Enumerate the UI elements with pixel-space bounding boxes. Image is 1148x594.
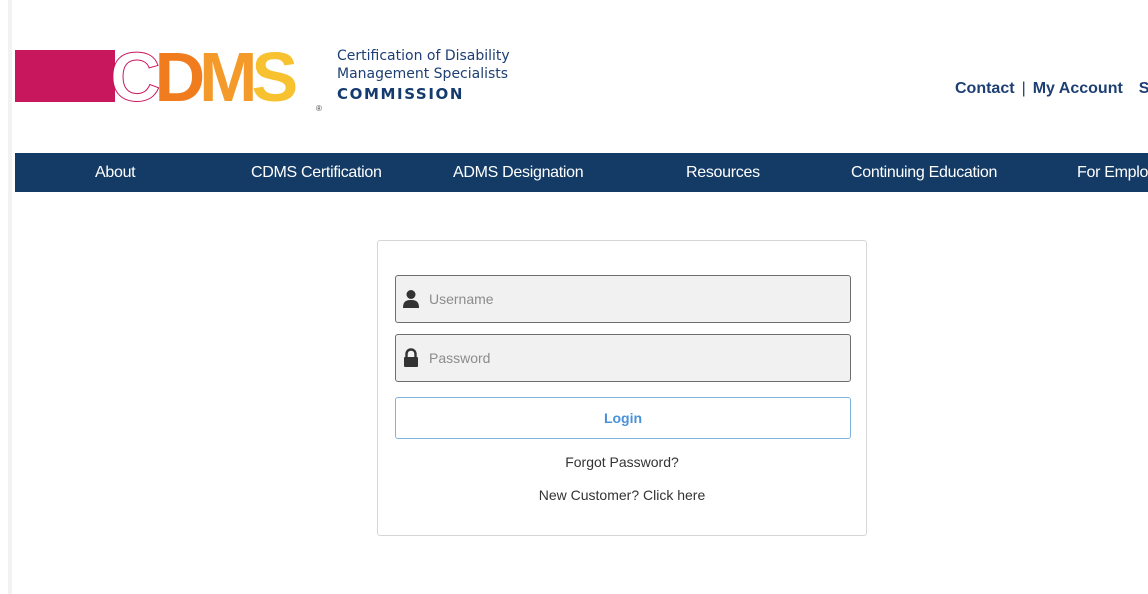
header-link-partial[interactable]: S — [1139, 80, 1148, 97]
login-card: Login Forgot Password? New Customer? Cli… — [377, 240, 867, 536]
logo-letter-c: C — [110, 46, 161, 110]
my-account-link[interactable]: My Account — [1033, 80, 1123, 97]
logo-wordmark: Certification of Disability Management S… — [337, 47, 510, 105]
nav-item-continuing-education[interactable]: Continuing Education — [851, 153, 997, 192]
login-button[interactable]: Login — [395, 397, 851, 439]
logo-letters: CDMS — [110, 46, 340, 110]
username-field[interactable] — [395, 275, 851, 323]
cdms-logo[interactable]: CDMS ® Certification of Disability Manag… — [15, 44, 530, 114]
logo-line-3: COMMISSION — [337, 85, 465, 103]
nav-item-about[interactable]: About — [95, 153, 136, 192]
user-icon — [403, 290, 419, 308]
logo-letter-d: D — [154, 46, 206, 110]
logo-line-2: Management Specialists — [337, 66, 509, 82]
page-left-border — [8, 0, 12, 594]
header-link-separator: | — [1021, 80, 1026, 97]
password-input[interactable] — [429, 335, 839, 381]
logo-line-1: Certification of Disability — [337, 48, 510, 64]
new-customer-link[interactable]: New Customer? Click here — [378, 487, 866, 503]
contact-link[interactable]: Contact — [955, 80, 1015, 97]
header-links: Contact | My Account S — [955, 80, 1148, 98]
nav-item-adms-designation[interactable]: ADMS Designation — [453, 153, 584, 192]
nav-item-resources[interactable]: Resources — [686, 153, 760, 192]
nav-item-cdms-certification[interactable]: CDMS Certification — [251, 153, 382, 192]
logo-magenta-band — [15, 50, 115, 102]
password-field[interactable] — [395, 334, 851, 382]
logo-letter-s: S — [251, 46, 298, 110]
logo-letter-m: M — [199, 46, 257, 110]
lock-icon — [404, 348, 418, 367]
forgot-password-link[interactable]: Forgot Password? — [378, 454, 866, 470]
username-input[interactable] — [429, 276, 839, 322]
nav-item-for-employers[interactable]: For Emplo — [1077, 153, 1148, 192]
logo-registered-mark: ® — [316, 104, 322, 113]
main-nav: About CDMS Certification ADMS Designatio… — [15, 153, 1148, 192]
